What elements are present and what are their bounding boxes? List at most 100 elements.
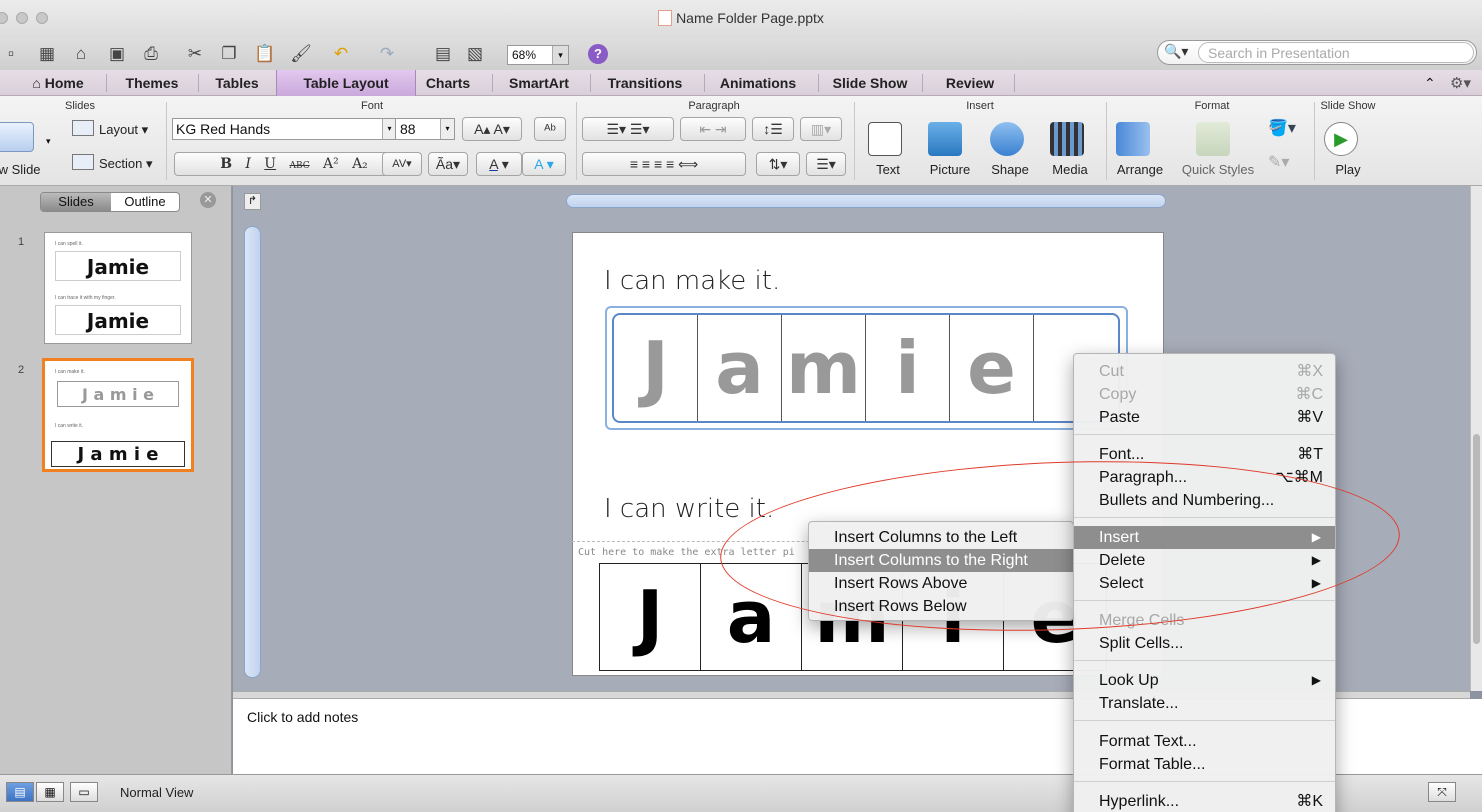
- tab-slides[interactable]: Slides: [41, 193, 111, 211]
- horizontal-ruler[interactable]: [566, 194, 1166, 208]
- menu-item-insert-columns-left[interactable]: Insert Columns to the Left: [809, 526, 1073, 549]
- tab-smartart[interactable]: SmartArt: [496, 70, 582, 96]
- menu-item-select[interactable]: Select ▶: [1074, 572, 1335, 595]
- vertical-ruler[interactable]: [244, 226, 261, 678]
- change-case-icon[interactable]: Ãa▾: [428, 152, 468, 176]
- menu-item-translate[interactable]: Translate...: [1074, 692, 1335, 715]
- menu-item-delete[interactable]: Delete ▶: [1074, 549, 1335, 572]
- tab-transitions[interactable]: Transitions: [594, 70, 696, 96]
- play-icon[interactable]: ▶: [1324, 122, 1358, 156]
- menu-item-look-up[interactable]: Look Up ▶: [1074, 669, 1335, 692]
- menu-item-paste[interactable]: Paste ⌘V: [1074, 406, 1335, 429]
- scrollbar-thumb[interactable]: [1473, 434, 1480, 644]
- new-slide-icon[interactable]: [0, 122, 34, 152]
- gear-icon[interactable]: ⚙▾: [1450, 74, 1471, 92]
- cut-instruction-text[interactable]: Cut here to make the extra letter pi: [578, 547, 795, 558]
- font-name-field[interactable]: KG Red Hands ▾: [172, 118, 397, 140]
- layout-button[interactable]: Layout ▾: [99, 122, 148, 138]
- font-color-icon[interactable]: A ▾: [476, 152, 522, 176]
- quick-styles-icon[interactable]: [1196, 122, 1230, 156]
- tab-slide-show[interactable]: Slide Show: [822, 70, 918, 96]
- media-icon[interactable]: [1050, 122, 1084, 156]
- menu-item-insert[interactable]: Insert ▶: [1074, 526, 1335, 549]
- copy-icon[interactable]: ❐: [218, 43, 240, 65]
- paste-icon[interactable]: 📋: [254, 43, 276, 65]
- menu-item-font[interactable]: Font... ⌘T: [1074, 443, 1335, 466]
- search-field[interactable]: 🔍▾ Search in Presentation: [1157, 40, 1477, 65]
- menu-item-split-cells[interactable]: Split Cells...: [1074, 632, 1335, 655]
- redo-icon[interactable]: ↷: [376, 43, 398, 65]
- menu-item-cut[interactable]: Cut ⌘X: [1074, 360, 1335, 383]
- slide-thumbnail-1[interactable]: I can spell it. Jamie I can trace it wit…: [44, 232, 192, 344]
- alignment-buttons[interactable]: ≡ ≡ ≡ ≡ ⟺: [582, 152, 746, 176]
- new-icon[interactable]: ▫: [0, 43, 22, 65]
- tab-home[interactable]: ⌂ Home: [16, 70, 100, 96]
- line-spacing-icon[interactable]: ↕☰: [752, 117, 794, 141]
- table-cell[interactable]: J: [600, 564, 701, 670]
- menu-item-format-text[interactable]: Format Text...: [1074, 730, 1335, 753]
- text-box-icon[interactable]: [868, 122, 902, 156]
- slide-heading-make[interactable]: I can make it.: [604, 266, 780, 296]
- tab-animations[interactable]: Animations: [708, 70, 808, 96]
- cut-icon[interactable]: ✂: [184, 43, 206, 65]
- table-cell[interactable]: J: [614, 315, 698, 421]
- media-browser-icon[interactable]: ▧: [464, 43, 486, 65]
- slide-sorter-icon[interactable]: ▦: [36, 782, 64, 802]
- menu-item-bullets[interactable]: Bullets and Numbering...: [1074, 489, 1335, 512]
- menu-item-merge-cells[interactable]: Merge Cells: [1074, 609, 1335, 632]
- character-spacing-icon[interactable]: AV▾: [382, 152, 422, 176]
- format-painter-icon[interactable]: 🖌: [290, 43, 312, 65]
- table-cell[interactable]: a: [701, 564, 802, 670]
- tab-themes[interactable]: Themes: [110, 70, 194, 96]
- tab-outline[interactable]: Outline: [111, 193, 179, 211]
- shape-icon[interactable]: [990, 122, 1024, 156]
- tab-tables[interactable]: Tables: [200, 70, 274, 96]
- table-cell[interactable]: e: [950, 315, 1034, 421]
- align-text-icon[interactable]: ☰▾: [806, 152, 846, 176]
- slide-thumbnail-2[interactable]: I can make it. J a m i e I can write it.…: [42, 358, 194, 472]
- save-icon[interactable]: ▣: [106, 43, 128, 65]
- menu-item-insert-columns-right[interactable]: Insert Columns to the Right: [809, 549, 1073, 572]
- tab-review[interactable]: Review: [926, 70, 1014, 96]
- letters-table-gray[interactable]: J a m i e: [612, 313, 1120, 423]
- menu-item-hyperlink[interactable]: Hyperlink... ⌘K: [1074, 790, 1335, 812]
- normal-view-icon[interactable]: ▤: [6, 782, 34, 802]
- table-cell[interactable]: i: [866, 315, 950, 421]
- fill-icon[interactable]: 🪣▾: [1268, 118, 1296, 138]
- menu-item-format-table[interactable]: Format Table...: [1074, 753, 1335, 776]
- vertical-scrollbar[interactable]: [1470, 186, 1482, 691]
- slide-heading-write[interactable]: I can write it.: [604, 494, 774, 524]
- columns-icon[interactable]: ▥▾: [800, 117, 842, 141]
- menu-item-insert-rows-above[interactable]: Insert Rows Above: [809, 572, 1073, 595]
- presenter-view-icon[interactable]: ▭: [70, 782, 98, 802]
- text-effects-icon[interactable]: A ▾: [522, 152, 566, 176]
- list-buttons[interactable]: ☰▾ ☰▾: [582, 117, 674, 141]
- collapse-ribbon-icon[interactable]: ⌃: [1424, 75, 1436, 92]
- tab-charts[interactable]: Charts: [418, 70, 478, 96]
- table-cell[interactable]: a: [698, 315, 782, 421]
- font-style-buttons[interactable]: B I U ABC A² A₂: [174, 152, 414, 176]
- menu-item-paragraph[interactable]: Paragraph... ⌥⌘M: [1074, 466, 1335, 489]
- line-icon[interactable]: ✎▾: [1268, 152, 1289, 172]
- tab-stop-icon[interactable]: ↱: [244, 193, 261, 210]
- search-icon[interactable]: 🔍▾: [1164, 43, 1188, 60]
- help-icon[interactable]: ?: [588, 44, 608, 64]
- zoom-select[interactable]: 68% ▾: [507, 45, 569, 65]
- fit-to-window-icon[interactable]: ⤧: [1428, 782, 1456, 802]
- print-icon[interactable]: ⎙: [140, 43, 162, 65]
- font-size-field[interactable]: 88 ▾: [395, 118, 455, 140]
- text-direction-icon[interactable]: ⇅▾: [756, 152, 800, 176]
- tab-table-layout[interactable]: Table Layout: [276, 70, 416, 96]
- gallery-icon[interactable]: ▦: [36, 43, 58, 65]
- clear-formatting-icon[interactable]: ᴬᵇ: [534, 117, 566, 141]
- open-icon[interactable]: ⌂: [70, 43, 92, 65]
- close-pane-icon[interactable]: ✕: [200, 192, 216, 208]
- chevron-down-icon[interactable]: ▾: [382, 119, 396, 139]
- menu-item-insert-rows-below[interactable]: Insert Rows Below: [809, 595, 1073, 618]
- picture-icon[interactable]: [928, 122, 962, 156]
- undo-icon[interactable]: ↶: [330, 43, 352, 65]
- new-slide-button[interactable]: New Slide: [0, 162, 41, 177]
- table-cell[interactable]: m: [782, 315, 866, 421]
- arrange-icon[interactable]: [1116, 122, 1150, 156]
- grow-shrink-font-buttons[interactable]: A▴ A▾: [462, 117, 522, 141]
